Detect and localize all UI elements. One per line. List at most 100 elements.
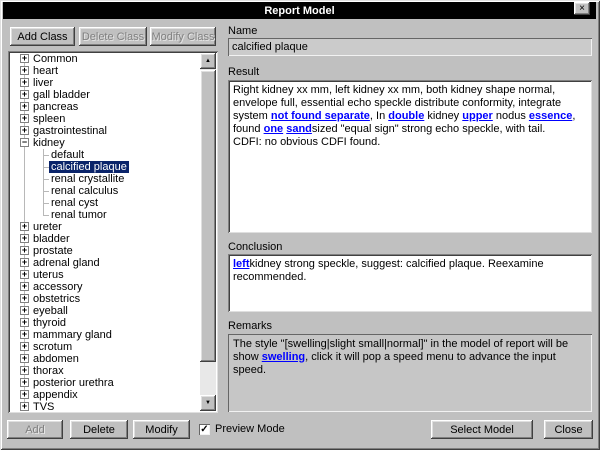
inline-link[interactable]: one (264, 123, 284, 135)
tree-item-label[interactable]: heart (31, 65, 60, 77)
tree-item-label[interactable]: abdomen (31, 353, 81, 365)
scroll-up-icon[interactable]: ▲ (200, 53, 216, 69)
tree-item-label[interactable]: Common (31, 53, 80, 65)
tree-item-pancreas[interactable]: +pancreas (10, 101, 200, 113)
tree-item-label[interactable]: TVS (31, 401, 56, 411)
expand-icon[interactable]: + (20, 270, 29, 279)
conclusion-textarea[interactable]: leftkidney strong speckle, suggest: calc… (228, 254, 592, 312)
tree-item-label[interactable]: gastrointestinal (31, 125, 109, 137)
tree-item-calcified-plaque[interactable]: calcified plaque (10, 161, 200, 173)
tree-item-prostate[interactable]: +prostate (10, 245, 200, 257)
tree-item-label[interactable]: mammary gland (31, 329, 114, 341)
expand-icon[interactable]: + (20, 282, 29, 291)
tree-item-thyroid[interactable]: +thyroid (10, 317, 200, 329)
expand-icon[interactable]: + (20, 366, 29, 375)
inline-link[interactable]: upper (462, 110, 493, 122)
preview-mode-label[interactable]: Preview Mode (215, 423, 285, 435)
tree-item-label[interactable]: calcified plaque (49, 161, 129, 173)
inline-link[interactable]: left (233, 258, 250, 270)
expand-icon[interactable]: + (20, 258, 29, 267)
tree-item-label[interactable]: kidney (31, 137, 67, 149)
expand-icon[interactable]: + (20, 318, 29, 327)
expand-icon[interactable]: + (20, 222, 29, 231)
expand-icon[interactable]: + (20, 66, 29, 75)
tree-item-label[interactable]: posterior urethra (31, 377, 116, 389)
add-class-button[interactable]: Add Class (10, 27, 75, 46)
expand-icon[interactable]: + (20, 78, 29, 87)
tree-item-label[interactable]: eyeball (31, 305, 70, 317)
tree-item-label[interactable]: gall bladder (31, 89, 92, 101)
select-model-button[interactable]: Select Model (431, 420, 533, 439)
tree-scrollbar[interactable]: ▲ ▼ (200, 53, 216, 411)
tree-item-renal-calculus[interactable]: renal calculus (10, 185, 200, 197)
tree-item-eyeball[interactable]: +eyeball (10, 305, 200, 317)
scroll-down-icon[interactable]: ▼ (200, 395, 216, 411)
close-icon[interactable]: × (574, 2, 590, 15)
tree-item-label[interactable]: renal cyst (49, 197, 100, 209)
tree-item-uterus[interactable]: +uterus (10, 269, 200, 281)
expand-icon[interactable]: + (20, 354, 29, 363)
preview-mode-checkbox[interactable]: ✓ (199, 424, 210, 435)
tree-item-accessory[interactable]: +accessory (10, 281, 200, 293)
tree-item-default[interactable]: default (10, 149, 200, 161)
inline-link[interactable]: swelling (262, 351, 305, 363)
tree-item-label[interactable]: scrotum (31, 341, 74, 353)
tree-item-label[interactable]: uterus (31, 269, 66, 281)
tree-item-label[interactable]: prostate (31, 245, 75, 257)
tree-item-label[interactable]: appendix (31, 389, 80, 401)
inline-link[interactable]: sand (286, 123, 312, 135)
tree-item-common[interactable]: +Common (10, 53, 200, 65)
tree-item-obstetrics[interactable]: +obstetrics (10, 293, 200, 305)
tree-item-appendix[interactable]: +appendix (10, 389, 200, 401)
delete-button[interactable]: Delete (70, 420, 128, 439)
tree-item-label[interactable]: renal crystallite (49, 173, 126, 185)
tree-item-bladder[interactable]: +bladder (10, 233, 200, 245)
collapse-icon[interactable]: − (20, 138, 29, 147)
name-field[interactable]: calcified plaque (228, 38, 592, 56)
tree-item-label[interactable]: thyroid (31, 317, 68, 329)
expand-icon[interactable]: + (20, 294, 29, 303)
expand-icon[interactable]: + (20, 402, 29, 411)
expand-icon[interactable]: + (20, 102, 29, 111)
tree-item-label[interactable]: adrenal gland (31, 257, 102, 269)
expand-icon[interactable]: + (20, 114, 29, 123)
tree-item-label[interactable]: renal tumor (49, 209, 109, 221)
tree-item-spleen[interactable]: +spleen (10, 113, 200, 125)
tree-item-gastrointestinal[interactable]: +gastrointestinal (10, 125, 200, 137)
tree-item-adrenal-gland[interactable]: +adrenal gland (10, 257, 200, 269)
expand-icon[interactable]: + (20, 246, 29, 255)
tree-item-scrotum[interactable]: +scrotum (10, 341, 200, 353)
tree-item-label[interactable]: ureter (31, 221, 64, 233)
tree-item-label[interactable]: liver (31, 77, 55, 89)
tree-item-renal-crystallite[interactable]: renal crystallite (10, 173, 200, 185)
inline-link[interactable]: double (388, 110, 424, 122)
tree-item-label[interactable]: obstetrics (31, 293, 82, 305)
tree-item-label[interactable]: default (49, 149, 86, 161)
tree-item-thorax[interactable]: +thorax (10, 365, 200, 377)
scrollbar-thumb[interactable] (200, 70, 216, 362)
tree-item-renal-cyst[interactable]: renal cyst (10, 197, 200, 209)
tree-item-label[interactable]: renal calculus (49, 185, 120, 197)
expand-icon[interactable]: + (20, 342, 29, 351)
tree-item-abdomen[interactable]: +abdomen (10, 353, 200, 365)
tree-item-label[interactable]: spleen (31, 113, 67, 125)
inline-link[interactable]: not found separate (271, 110, 370, 122)
tree-item-tvs[interactable]: +TVS (10, 401, 200, 411)
tree-item-label[interactable]: thorax (31, 365, 66, 377)
remarks-textarea[interactable]: The style "[swelling|slight small|normal… (228, 334, 592, 412)
tree-item-kidney[interactable]: −kidney (10, 137, 200, 149)
expand-icon[interactable]: + (20, 390, 29, 399)
tree-item-ureter[interactable]: +ureter (10, 221, 200, 233)
tree-item-label[interactable]: pancreas (31, 101, 80, 113)
modify-button[interactable]: Modify (133, 420, 190, 439)
expand-icon[interactable]: + (20, 306, 29, 315)
tree-item-mammary-gland[interactable]: +mammary gland (10, 329, 200, 341)
expand-icon[interactable]: + (20, 126, 29, 135)
expand-icon[interactable]: + (20, 378, 29, 387)
inline-link[interactable]: essence (529, 110, 572, 122)
close-button[interactable]: Close (544, 420, 593, 439)
expand-icon[interactable]: + (20, 234, 29, 243)
tree-item-renal-tumor[interactable]: renal tumor (10, 209, 200, 221)
tree-item-posterior-urethra[interactable]: +posterior urethra (10, 377, 200, 389)
tree-item-label[interactable]: bladder (31, 233, 72, 245)
